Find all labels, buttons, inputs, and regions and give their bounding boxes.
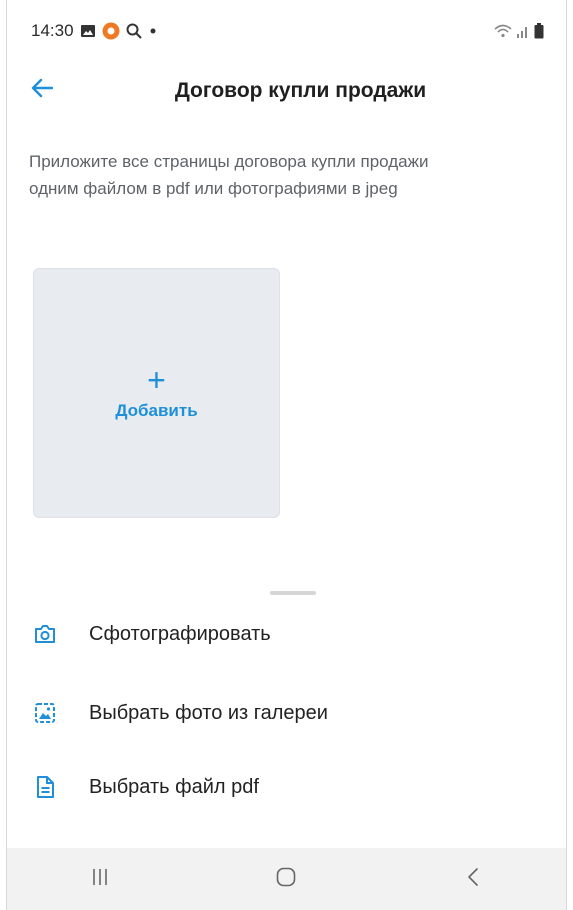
gallery-icon — [80, 24, 96, 38]
status-left: 14:30 — [31, 21, 158, 41]
recent-apps-icon — [89, 866, 111, 893]
recent-apps-button[interactable] — [70, 859, 130, 899]
back-icon — [466, 866, 480, 893]
search-icon — [126, 23, 142, 39]
system-nav-bar — [7, 848, 566, 910]
take-photo-label: Сфотографировать — [89, 622, 271, 645]
status-right — [494, 23, 544, 39]
wifi-icon — [494, 24, 512, 38]
signal-icon — [516, 24, 530, 38]
plus-icon: + — [147, 362, 166, 398]
dot-icon — [148, 26, 158, 36]
system-back-button[interactable] — [443, 859, 503, 899]
choose-gallery-option[interactable]: Выбрать фото из галереи — [7, 685, 566, 741]
take-photo-option[interactable]: Сфотографировать — [7, 606, 566, 662]
home-icon — [275, 866, 297, 893]
app-header: Договор купли продажи — [7, 62, 566, 118]
add-file-tile[interactable]: + Добавить — [33, 268, 280, 518]
choose-pdf-option[interactable]: Выбрать файл pdf — [7, 759, 566, 815]
camera-icon — [33, 622, 57, 646]
status-bar: 14:30 — [7, 0, 566, 62]
bottom-sheet-handle[interactable] — [270, 591, 316, 595]
choose-pdf-label: Выбрать файл pdf — [89, 775, 259, 798]
page-title: Договор купли продажи — [174, 79, 427, 102]
gallery-image-icon — [33, 701, 57, 725]
document-icon — [33, 775, 57, 799]
battery-icon — [534, 23, 544, 39]
choose-gallery-label: Выбрать фото из галереи — [89, 701, 328, 724]
home-button[interactable] — [256, 859, 316, 899]
app-notification-icon — [102, 22, 120, 40]
add-label: Добавить — [115, 401, 198, 420]
instruction-text: Приложите все страницы договора купли пр… — [29, 152, 429, 198]
phone-screen: 14:30 Договор купли продажи Приложите вс… — [6, 0, 567, 910]
status-time: 14:30 — [31, 21, 74, 40]
